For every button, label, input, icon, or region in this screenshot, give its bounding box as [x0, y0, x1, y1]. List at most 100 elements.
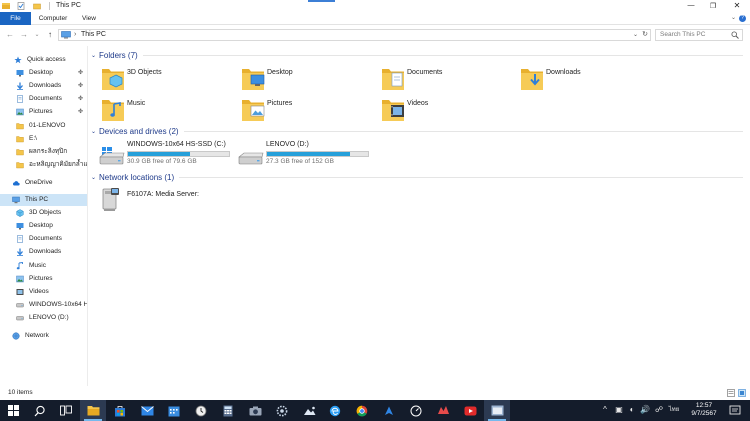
sidebar-item-this-pc[interactable]: This PC [0, 194, 87, 206]
taskbar-photos-button[interactable] [296, 400, 322, 421]
sidebar-item-downloads[interactable]: Downloads ✤ [0, 80, 87, 92]
taskbar-mail-button[interactable] [134, 400, 160, 421]
recent-locations-button[interactable]: ⌄ [32, 30, 42, 40]
taskbar-assistant-button[interactable] [430, 400, 456, 421]
drive-item[interactable]: WINDOWS-10x64 HS-SSD (C:) 30.9 GB free of… [99, 140, 239, 166]
taskbar-explorer-window-button[interactable] [484, 400, 510, 421]
folder-item-desktop[interactable]: Desktop [241, 66, 361, 92]
drive-icon [16, 301, 24, 309]
drive-item[interactable]: LENOVO (D:) 27.3 GB free of 152 GB [238, 140, 378, 166]
details-view-icon[interactable] [727, 389, 735, 397]
taskbar-start-button[interactable] [0, 400, 26, 421]
breadcrumb-this-pc[interactable]: This PC [81, 30, 106, 40]
sidebar-item-label: This PC [25, 196, 49, 203]
folder-item-pictures[interactable]: Pictures [241, 97, 361, 123]
sidebar-item-downloads[interactable]: Downloads [0, 246, 87, 258]
sidebar-item-documents[interactable]: Documents [0, 233, 87, 245]
explorer-app-icon[interactable] [2, 2, 10, 10]
taskbar-chrome-button[interactable] [349, 400, 375, 421]
sidebar-item-lenovo-d[interactable]: LENOVO (D:) [0, 312, 87, 324]
taskbar-edge-button[interactable] [322, 400, 348, 421]
folder-item-3d-objects[interactable]: 3D Objects [101, 66, 221, 92]
documents-icon [16, 235, 24, 243]
network-location-item[interactable]: F6107A: Media Server: [99, 188, 249, 214]
sidebar-item-quick-access[interactable]: Quick access [0, 54, 87, 66]
sidebar-item-e[interactable]: E:\ [0, 133, 87, 145]
large-icons-view-icon[interactable] [738, 389, 746, 397]
taskbar-camera-button[interactable] [242, 400, 268, 421]
navigation-pane-divider[interactable] [87, 46, 88, 386]
properties-icon[interactable] [17, 2, 25, 10]
folder-icon [16, 161, 24, 169]
address-dropdown-icon[interactable]: ⌄ [633, 30, 638, 40]
tab-computer[interactable]: Computer [36, 12, 70, 25]
taskbar-store-button[interactable] [107, 400, 133, 421]
folder-item-videos[interactable]: Videos [381, 97, 501, 123]
folder-item-music[interactable]: Music [101, 97, 221, 123]
title-separator [49, 2, 50, 10]
sidebar-item-desktop[interactable]: Desktop ✤ [0, 67, 87, 79]
sidebar-item-documents[interactable]: Documents ✤ [0, 93, 87, 105]
close-button[interactable]: ✕ [726, 0, 748, 11]
minimize-button[interactable]: — [680, 0, 702, 11]
taskbar-youtube-button[interactable] [457, 400, 483, 421]
forward-button[interactable]: → [19, 30, 29, 40]
sidebar-item-network[interactable]: Network [0, 330, 87, 342]
sidebar-item-label: ผลกระลิงทุปิก [29, 148, 68, 155]
system-clock[interactable]: 12:57 9/7/2567 [682, 402, 726, 418]
notifications-icon[interactable] [729, 405, 741, 416]
group-folders-header[interactable]: ⌄ Folders (7) [91, 50, 743, 60]
sidebar-item-desktop[interactable]: Desktop [0, 220, 87, 232]
taskbar-speedtest-button[interactable] [403, 400, 429, 421]
expand-ribbon-icon[interactable]: ⌄ [731, 14, 736, 21]
taskbar-calendar-button[interactable] [161, 400, 187, 421]
taskbar-file-explorer-button[interactable] [80, 400, 106, 421]
back-button[interactable]: ← [5, 30, 15, 40]
new-folder-icon[interactable] [33, 2, 41, 10]
sidebar-item-3d-objects[interactable]: 3D Objects [0, 207, 87, 219]
search-input[interactable]: Search This PC [655, 29, 743, 41]
volume-tray-icon[interactable]: 🔊 [640, 405, 650, 415]
restore-button[interactable]: ❐ [702, 0, 724, 11]
sidebar-item-[interactable]: อะหลิญญาคิมัยกล้ำแล [0, 159, 87, 171]
search-placeholder: Search This PC [660, 31, 706, 38]
taskbar-line-button[interactable] [376, 400, 402, 421]
network-icon [12, 332, 20, 340]
help-icon[interactable]: ? [739, 15, 746, 22]
sidebar-item-windows-10x64-h[interactable]: WINDOWS-10x64 H [0, 299, 87, 311]
input-language-indicator[interactable]: ไทย [668, 405, 680, 415]
taskbar-search-button[interactable] [27, 400, 53, 421]
sidebar-item-onedrive[interactable]: OneDrive [0, 177, 87, 189]
folder-item-documents[interactable]: Documents [381, 66, 501, 92]
taskbar-task-view-button[interactable] [53, 400, 79, 421]
up-button[interactable]: ↑ [45, 30, 55, 40]
sidebar-item-videos[interactable]: Videos [0, 286, 87, 298]
tab-view[interactable]: View [76, 12, 102, 25]
sidebar-item-01-lenovo[interactable]: 01-LENOVO [0, 120, 87, 132]
battery-tray-icon[interactable]: ◐ [627, 405, 637, 415]
sidebar-item-pictures[interactable]: Pictures [0, 273, 87, 285]
address-bar[interactable]: › This PC ⌄ ↻ [58, 29, 651, 41]
network-tray-icon[interactable]: ▣ [614, 405, 624, 415]
wifi-tray-icon[interactable]: ☍ [654, 405, 664, 415]
drive-usage-fill [128, 152, 190, 156]
tab-file[interactable]: File [0, 12, 31, 25]
show-hidden-icons-icon[interactable]: ^ [600, 405, 610, 415]
sidebar-item-label: Pictures [29, 275, 53, 282]
refresh-icon[interactable]: ↻ [642, 30, 648, 40]
sidebar-item-music[interactable]: Music [0, 260, 87, 272]
group-network-header[interactable]: ⌄ Network locations (1) [91, 172, 743, 182]
taskbar-clock-button[interactable] [188, 400, 214, 421]
folder-item-downloads[interactable]: Downloads [520, 66, 640, 92]
group-drives-header[interactable]: ⌄ Devices and drives (2) [91, 126, 743, 136]
calculator-icon [223, 405, 233, 417]
folder-icon [16, 122, 24, 130]
breadcrumb-separator[interactable]: › [74, 30, 76, 40]
taskbar-settings-button[interactable] [269, 400, 295, 421]
group-title: Devices and drives (2) [99, 126, 179, 136]
speedtest-icon [410, 405, 422, 417]
sidebar-item-[interactable]: ผลกระลิงทุปิก [0, 146, 87, 158]
taskbar-calculator-button[interactable] [215, 400, 241, 421]
sidebar-item-pictures[interactable]: Pictures ✤ [0, 106, 87, 118]
search-icon [34, 405, 46, 417]
